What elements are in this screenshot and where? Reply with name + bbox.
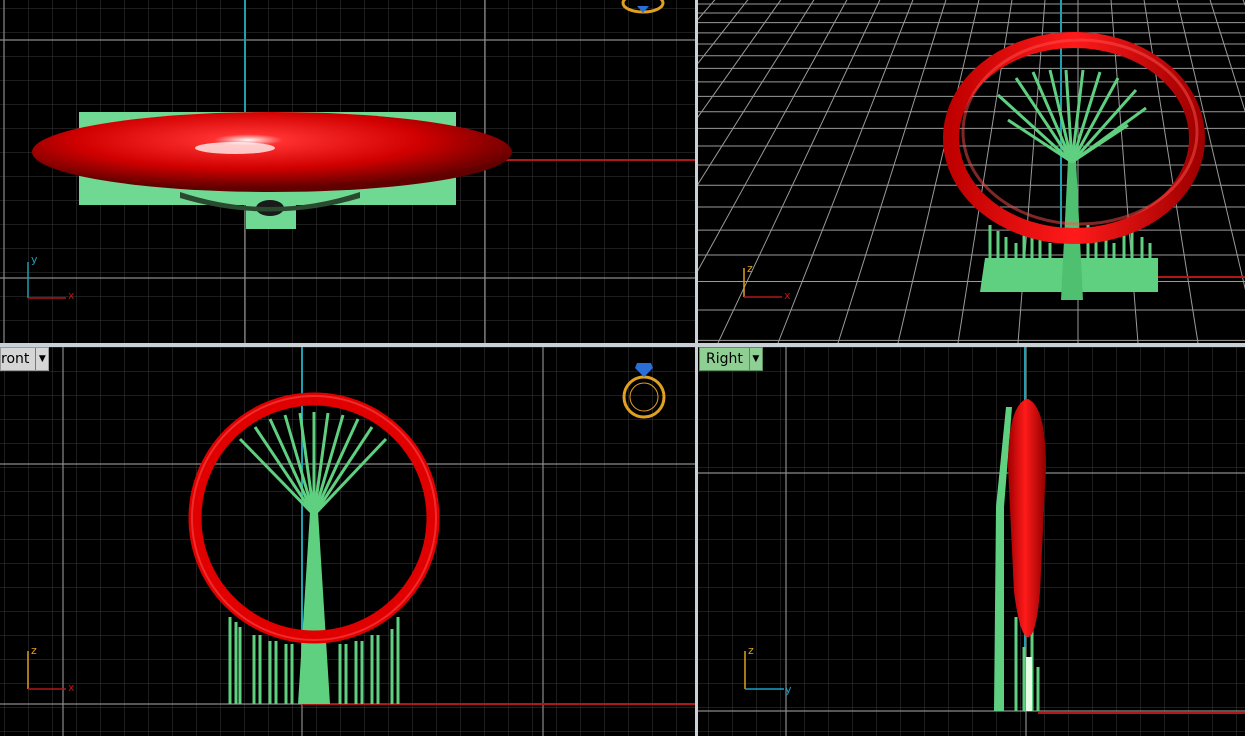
- support-branches: [996, 69, 1147, 164]
- grid-minor: [698, 347, 1245, 736]
- axis-label-horizontal: y: [785, 683, 792, 696]
- top-viewport-canvas[interactable]: y x: [0, 0, 695, 343]
- viewport-tab-right[interactable]: Right ▼: [699, 347, 763, 371]
- viewport-tab-label: ront: [1, 351, 30, 367]
- perspective-viewport-canvas[interactable]: z x: [698, 0, 1245, 343]
- support-highlight: [1026, 657, 1032, 711]
- perspective-viewport[interactable]: z x: [698, 0, 1245, 343]
- right-viewport-canvas[interactable]: z y: [698, 347, 1245, 736]
- ring-body: [32, 112, 512, 192]
- axis-label-horizontal: x: [68, 289, 75, 302]
- axis-label-vertical: y: [31, 253, 38, 266]
- axis-label-vertical: z: [747, 262, 753, 275]
- caret-down-icon[interactable]: ▼: [748, 348, 762, 370]
- right-viewport[interactable]: Right ▼ z y: [698, 347, 1245, 736]
- axis-label-vertical: z: [748, 644, 754, 657]
- front-viewport-canvas[interactable]: z x: [0, 347, 695, 736]
- front-viewport[interactable]: ront ▼ z x: [0, 347, 695, 736]
- perspective-grid: [698, 0, 1245, 343]
- caret-down-icon[interactable]: ▼: [35, 348, 48, 370]
- axis-label-horizontal: x: [68, 681, 75, 694]
- viewport-tab-front[interactable]: ront ▼: [0, 347, 50, 371]
- axis-label-vertical: z: [31, 644, 37, 657]
- viewport-divider-horizontal[interactable]: [0, 343, 1245, 347]
- top-viewport[interactable]: y x: [0, 0, 695, 343]
- axis-label-horizontal: x: [784, 289, 791, 302]
- viewport-divider-vertical[interactable]: [695, 0, 698, 736]
- viewport-tab-label: Right: [706, 351, 743, 367]
- ring-highlight: [195, 142, 275, 154]
